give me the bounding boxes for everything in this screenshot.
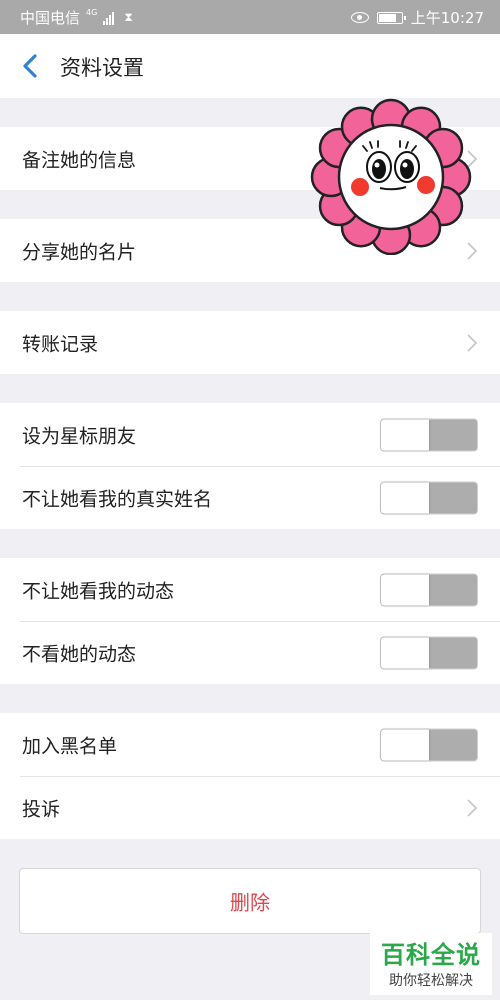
eye-icon <box>350 12 369 23</box>
toggle-knob <box>381 729 429 760</box>
row-hide-her-moments: 不看她的动态 <box>0 621 500 684</box>
flower-face-sticker <box>310 98 472 255</box>
nav-bar: 资料设置 <box>0 34 500 98</box>
status-bar-right: 上午10:27 <box>350 7 484 28</box>
row-label: 加入黑名单 <box>22 735 118 757</box>
settings-group-privacy: 设为星标朋友 不让她看我的真实姓名 <box>0 403 500 529</box>
row-hide-my-moments: 不让她看我的动态 <box>0 558 500 621</box>
battery-fill <box>378 13 396 22</box>
network-type: 4G <box>86 7 98 17</box>
row-star-friend: 设为星标朋友 <box>0 403 500 466</box>
hourglass-icon: ⧗ <box>124 10 133 24</box>
row-transfer-records[interactable]: 转账记录 <box>0 311 500 374</box>
delete-button-label: 删除 <box>230 890 270 915</box>
battery-icon <box>376 11 406 24</box>
delete-button[interactable]: 删除 <box>19 868 481 934</box>
status-bar-left: 中国电信 4G ⧗ <box>20 7 133 28</box>
clock: 上午10:27 <box>410 9 484 27</box>
toggle-knob <box>381 482 429 513</box>
chevron-left-icon[interactable] <box>18 52 46 80</box>
signal-icon <box>103 11 115 25</box>
hide-real-name-toggle[interactable] <box>380 481 478 514</box>
star-friend-toggle[interactable] <box>380 418 478 451</box>
row-label: 设为星标朋友 <box>22 425 137 447</box>
toggle-knob <box>381 637 429 668</box>
watermark-title: 百科全说 <box>381 941 481 969</box>
page-title: 资料设置 <box>60 56 144 80</box>
chevron-right-icon <box>467 333 478 352</box>
row-label: 不看她的动态 <box>22 643 137 665</box>
toggle-knob <box>381 419 429 450</box>
blacklist-toggle[interactable] <box>380 728 478 761</box>
row-label: 投诉 <box>22 798 61 820</box>
row-report[interactable]: 投诉 <box>0 776 500 839</box>
row-hide-real-name: 不让她看我的真实姓名 <box>0 466 500 529</box>
watermark-subtitle: 助你轻松解决 <box>389 973 473 989</box>
toggle-knob <box>381 574 429 605</box>
row-label: 不让她看我的真实姓名 <box>22 488 213 510</box>
settings-group-moments: 不让她看我的动态 不看她的动态 <box>0 558 500 684</box>
settings-group-transfer: 转账记录 <box>0 311 500 374</box>
row-label: 分享她的名片 <box>22 241 137 263</box>
row-label: 不让她看我的动态 <box>22 580 175 602</box>
carrier-name: 中国电信 <box>20 9 81 27</box>
row-blacklist: 加入黑名单 <box>0 713 500 776</box>
status-bar: 中国电信 4G ⧗ 上午10:27 <box>0 0 500 34</box>
chevron-right-icon <box>467 798 478 817</box>
hide-her-moments-toggle[interactable] <box>380 636 478 669</box>
settings-group-block: 加入黑名单 投诉 <box>0 713 500 839</box>
row-label: 转账记录 <box>22 333 99 355</box>
watermark-logo: 百科全说 助你轻松解决 <box>370 933 492 995</box>
row-label: 备注她的信息 <box>22 149 137 171</box>
hide-my-moments-toggle[interactable] <box>380 573 478 606</box>
